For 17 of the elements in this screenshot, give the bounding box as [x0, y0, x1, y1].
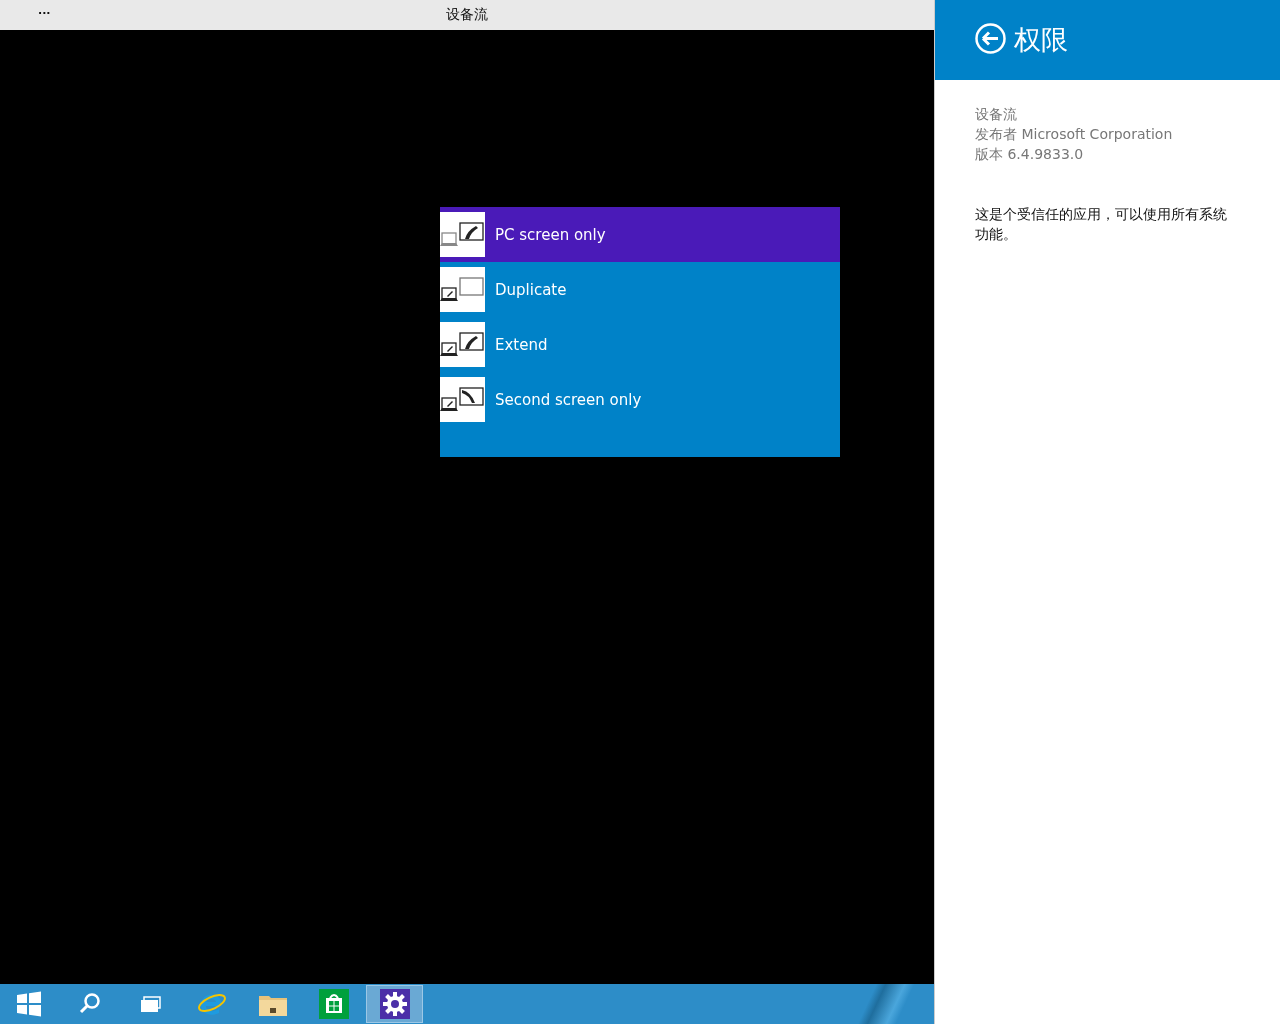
trust-description: 这是个受信任的应用，可以使用所有系统功能。 [975, 205, 1228, 244]
version-text: 版本 6.4.9833.0 [975, 145, 1085, 164]
window-title: 设备流 [446, 6, 488, 24]
panel-title: 权限 [1014, 23, 1068, 57]
app-name: 设备流 [975, 105, 1018, 124]
display-mode-icon [440, 212, 485, 257]
gear-icon [379, 989, 410, 1019]
publisher-text: 发布者 Microsoft Corporation [975, 125, 1174, 144]
shopping-bag-icon [318, 989, 349, 1019]
display-mode-icon [440, 377, 485, 422]
display-mode-icon [440, 322, 485, 367]
display-mode-option[interactable]: PC screen only [440, 207, 840, 262]
taskbar-button[interactable] [366, 985, 423, 1023]
back-button[interactable] [975, 23, 1006, 57]
windows-logo-icon [15, 991, 42, 1017]
app-menu-button[interactable]: ... [38, 4, 51, 17]
display-mode-icon [440, 267, 485, 312]
